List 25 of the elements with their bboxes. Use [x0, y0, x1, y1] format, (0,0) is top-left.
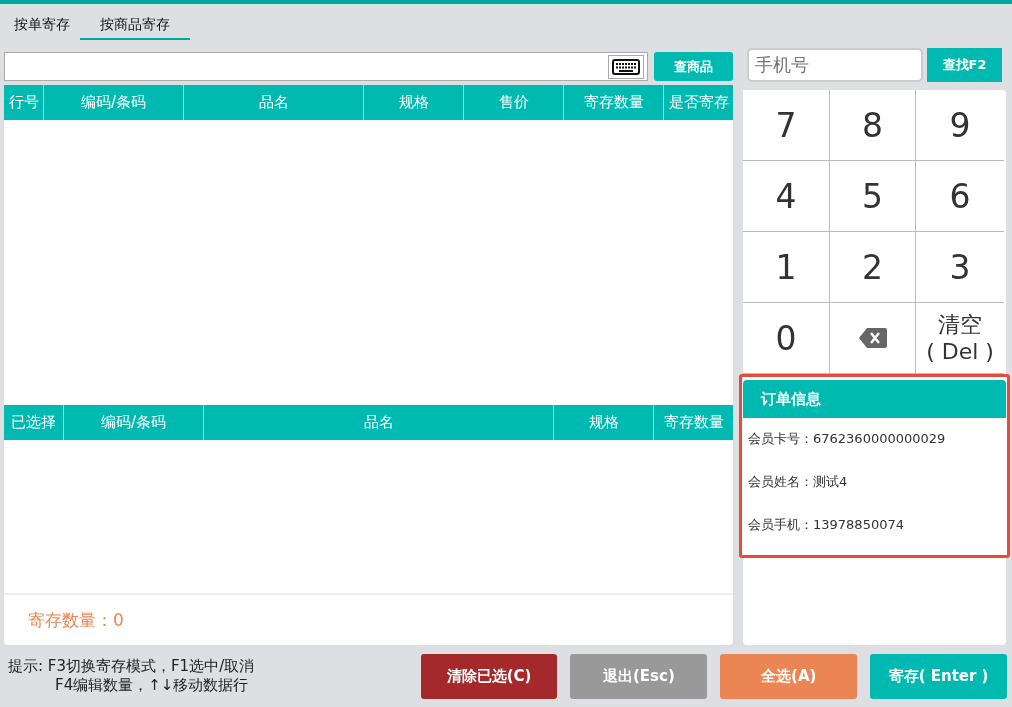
phone-field[interactable]: 手机号 — [747, 48, 923, 82]
member-info: 会员姓名：测试4 — [747, 473, 849, 491]
search-field[interactable] — [4, 52, 648, 81]
keypad-key[interactable]: 8 — [830, 90, 916, 161]
keypad-key[interactable]: 4 — [743, 161, 830, 232]
backspace-key[interactable] — [830, 303, 916, 374]
hint-text: F4编辑数量，↑↓移动数据行 — [54, 676, 250, 695]
member-info: 会员手机：13978850074 — [747, 516, 905, 534]
tab[interactable]: 按单寄存 — [4, 12, 80, 40]
keypad-key[interactable]: 5 — [830, 161, 916, 232]
member-info: 会员卡号：6762360000000029 — [747, 430, 947, 448]
backspace-icon — [858, 328, 887, 348]
keypad-key[interactable]: 9 — [916, 90, 1004, 161]
deposit-count: 寄存数量：0 — [28, 608, 124, 632]
keypad-key[interactable]: 7 — [743, 90, 830, 161]
order-info-title: 订单信息 — [743, 380, 1006, 418]
tab[interactable]: 按商品寄存 — [80, 12, 190, 40]
keypad-key[interactable]: 0 — [743, 303, 830, 374]
keypad-key[interactable]: 1 — [743, 232, 830, 303]
column-header: 寄存数量 — [662, 412, 725, 433]
keyboard-icon[interactable] — [608, 54, 644, 79]
column-header: 是否寄存 — [667, 92, 730, 113]
keypad-key[interactable]: 2 — [830, 232, 916, 303]
hint-text: 提示: F3切换寄存模式，F1选中/取消 — [8, 657, 256, 676]
action-button[interactable]: 清除已选(C) — [420, 653, 558, 699]
